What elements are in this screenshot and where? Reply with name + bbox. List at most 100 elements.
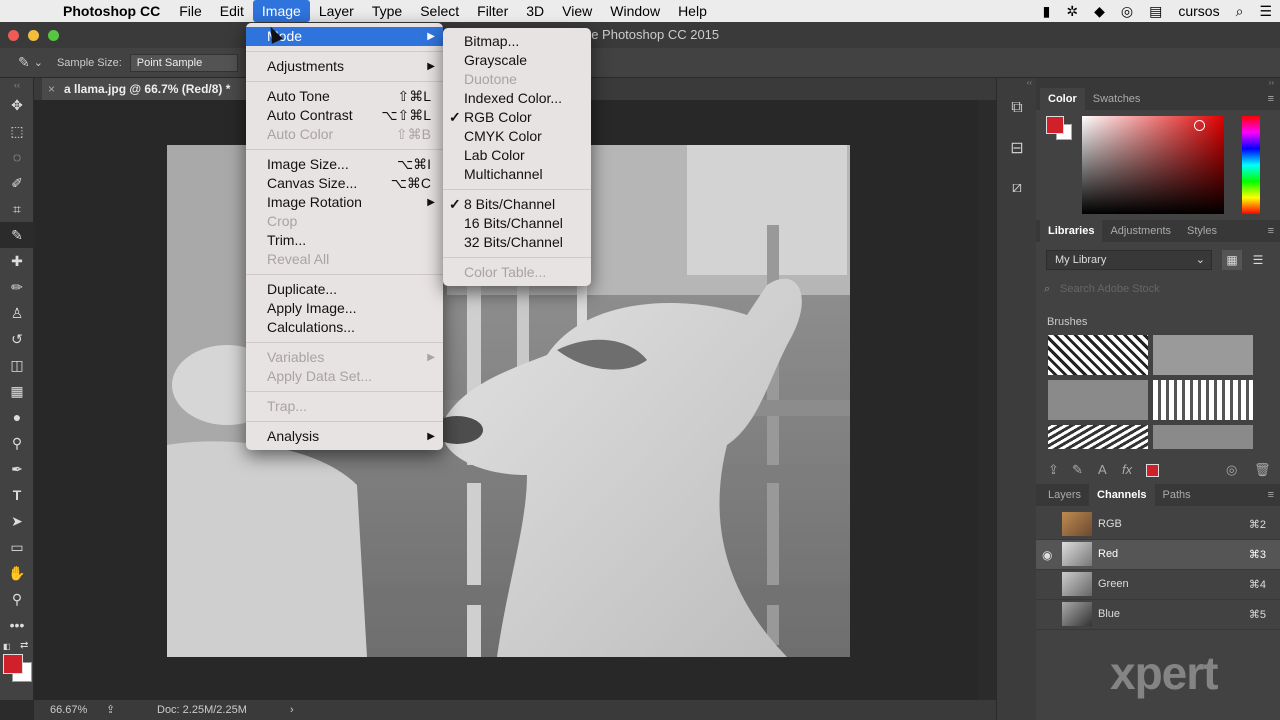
zoom-tool-icon[interactable]: ⚲ (0, 586, 34, 612)
menu-image[interactable]: Image (252, 0, 310, 22)
close-document-icon[interactable]: × (48, 78, 55, 100)
close-window-button[interactable] (8, 30, 19, 41)
dock-collapse-icon[interactable]: ‹‹ (997, 78, 1036, 88)
add-icon[interactable]: ✎ (1072, 462, 1083, 478)
pen-tool-icon[interactable]: ✒ (0, 456, 34, 482)
gradient-tool-icon[interactable]: ▦ (0, 378, 34, 404)
tab-libraries[interactable]: Libraries (1040, 220, 1103, 242)
tab-adjustments[interactable]: Adjustments (1102, 220, 1179, 242)
dodge-tool-icon[interactable]: ⚲ (0, 430, 34, 456)
tab-styles[interactable]: Styles (1179, 220, 1225, 242)
document-tab[interactable]: × a llama.jpg @ 66.7% (Red/8) * (42, 78, 252, 100)
list-view-icon[interactable]: ☰ (1248, 250, 1268, 270)
mode-menu-item-8-bits-channel[interactable]: ✓ 8 Bits/Channel (443, 195, 591, 214)
brush-thumb-4[interactable] (1153, 380, 1253, 420)
fx-icon[interactable]: fx (1122, 462, 1132, 477)
mode-menu-item-32-bits-channel[interactable]: 32 Bits/Channel (443, 233, 591, 252)
channel-row[interactable]: RGB ⌘2 (1036, 510, 1280, 540)
image-menu-item-calculations[interactable]: Calculations... (246, 318, 443, 337)
menu-layer[interactable]: Layer (310, 0, 363, 22)
minimize-window-button[interactable] (28, 30, 39, 41)
healing-brush-tool-icon[interactable]: ✚ (0, 248, 34, 274)
trash-icon[interactable]: 🗑 (1254, 462, 1271, 478)
stamp-tool-icon[interactable]: ♙ (0, 300, 34, 326)
image-menu-item-analysis[interactable]: Analysis ▶ (246, 427, 443, 446)
path-select-tool-icon[interactable]: ➤ (0, 508, 34, 534)
mode-menu-item-bitmap[interactable]: Bitmap... (443, 32, 591, 51)
default-colors-icon[interactable]: ◧ (3, 642, 11, 651)
menu-type[interactable]: Type (363, 0, 411, 22)
menu-3d[interactable]: 3D (517, 0, 553, 22)
image-menu-item-canvas-size[interactable]: Canvas Size... ⌥⌘C (246, 174, 443, 193)
swap-colors-icon[interactable]: ⇄ (20, 640, 28, 651)
mode-menu-item-cmyk-color[interactable]: CMYK Color (443, 127, 591, 146)
rectangle-tool-icon[interactable]: ▭ (0, 534, 34, 560)
eyedropper-icon[interactable]: ✎ (18, 54, 30, 71)
hue-slider[interactable] (1242, 116, 1260, 214)
status-arrow-icon[interactable]: › (290, 700, 294, 720)
creative-cloud-icon[interactable]: ◎ (1113, 3, 1141, 20)
image-menu-item-image-rotation[interactable]: Image Rotation ▶ (246, 193, 443, 212)
menu-view[interactable]: View (553, 0, 601, 22)
mode-menu-item-rgb-color[interactable]: ✓ RGB Color (443, 108, 591, 127)
libraries-panel-menu-icon[interactable]: ≡ (1260, 220, 1280, 242)
notes-icon[interactable]: ▮ (1035, 3, 1059, 20)
menu-window[interactable]: Window (601, 0, 669, 22)
more-tools-icon[interactable]: ••• (0, 612, 34, 638)
color-panel-menu-icon[interactable]: ≡ (1260, 88, 1280, 110)
image-menu-item-image-size[interactable]: Image Size... ⌥⌘I (246, 155, 443, 174)
quick-select-tool-icon[interactable]: ✐ (0, 170, 34, 196)
grid-view-icon[interactable]: ▦ (1222, 250, 1242, 270)
upload-icon[interactable]: ⇪ (1048, 462, 1059, 478)
share-icon[interactable]: ⇪ (106, 700, 115, 720)
tab-layers[interactable]: Layers (1040, 484, 1089, 506)
snowflake-icon[interactable]: ✲ (1058, 3, 1086, 20)
marquee-tool-icon[interactable]: ⬚ (0, 118, 34, 144)
color-swatch-icon[interactable] (1146, 464, 1159, 477)
eyedropper-tool-icon[interactable]: ✎ (0, 222, 34, 248)
zoom-window-button[interactable] (48, 30, 59, 41)
mode-menu-item-lab-color[interactable]: Lab Color (443, 146, 591, 165)
panels-collapse-icon[interactable]: ›› (1036, 78, 1280, 88)
brush-tool-icon[interactable]: ✏ (0, 274, 34, 300)
tool-preset-chevron-icon[interactable]: ⌄ (34, 56, 43, 69)
menu-help[interactable]: Help (669, 0, 716, 22)
mode-menu-item-multichannel[interactable]: Multichannel (443, 165, 591, 184)
menu-filter[interactable]: Filter (468, 0, 517, 22)
brush-thumb-2[interactable] (1153, 335, 1253, 375)
menu-file[interactable]: File (170, 0, 211, 22)
brush-thumb-6[interactable] (1153, 425, 1253, 449)
zoom-level[interactable]: 66.67% (50, 700, 87, 720)
menu-app[interactable]: Photoshop CC (54, 0, 170, 22)
channel-row[interactable]: ◉ Red ⌘3 (1036, 540, 1280, 570)
library-select[interactable]: My Library ⌄ (1046, 250, 1212, 270)
tab-paths[interactable]: Paths (1155, 484, 1199, 506)
user-name[interactable]: cursos (1170, 3, 1227, 19)
cc-sync-icon[interactable]: ◎ (1226, 462, 1237, 478)
image-menu-item-trim[interactable]: Trim... (246, 231, 443, 250)
menu-select[interactable]: Select (411, 0, 468, 22)
tab-color[interactable]: Color (1040, 88, 1085, 110)
color-field[interactable] (1082, 116, 1224, 214)
mode-menu-item-indexed-color[interactable]: Indexed Color... (443, 89, 591, 108)
visibility-eye-icon[interactable]: ◉ (1042, 548, 1052, 562)
flag-icon[interactable]: ▤ (1141, 3, 1170, 20)
blur-tool-icon[interactable]: ● (0, 404, 34, 430)
brush-thumb-5[interactable] (1048, 425, 1148, 449)
image-menu-item-auto-tone[interactable]: Auto Tone ⇧⌘L (246, 87, 443, 106)
menu-edit[interactable]: Edit (211, 0, 253, 22)
color-panel-foreground-swatch[interactable] (1046, 116, 1064, 134)
crop-tool-icon[interactable]: ⌗ (0, 196, 34, 222)
channel-row[interactable]: Blue ⌘5 (1036, 600, 1280, 630)
eraser-tool-icon[interactable]: ◫ (0, 352, 34, 378)
dropbox-icon[interactable]: ◆ (1086, 3, 1113, 20)
properties-panel-icon[interactable]: ⊟ (997, 128, 1037, 168)
adjust-panel-icon[interactable]: ⧄ (997, 168, 1037, 208)
tab-swatches[interactable]: Swatches (1085, 88, 1149, 110)
foreground-color-swatch[interactable] (3, 654, 23, 674)
image-menu-item-auto-contrast[interactable]: Auto Contrast ⌥⇧⌘L (246, 106, 443, 125)
tab-channels[interactable]: Channels (1089, 484, 1155, 506)
hand-tool-icon[interactable]: ✋ (0, 560, 34, 586)
image-menu-item-apply-image[interactable]: Apply Image... (246, 299, 443, 318)
tools-collapse-icon[interactable]: ‹‹ (0, 78, 34, 92)
